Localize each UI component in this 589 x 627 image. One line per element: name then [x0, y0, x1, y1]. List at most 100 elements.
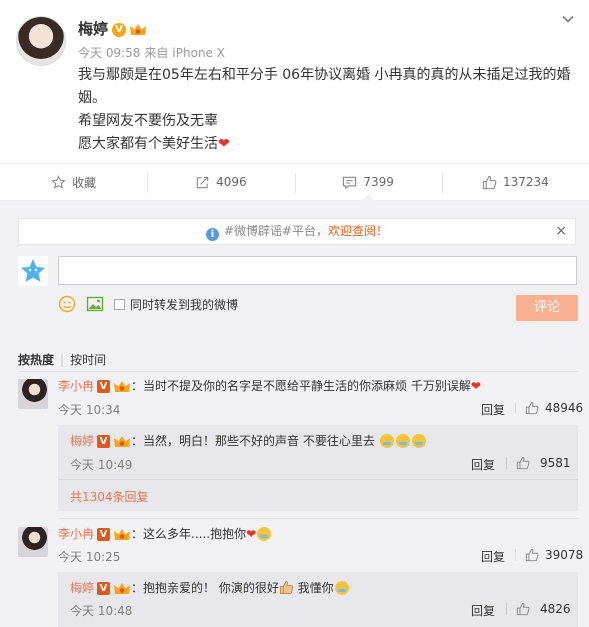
sub-like-button[interactable]: 4826 [506, 602, 571, 616]
sub-like-button[interactable]: 9581 [506, 456, 571, 470]
sub-reply-body: ：当然，明白！那些不好的声音 不要往心里去 [131, 434, 375, 448]
hug-emoji-icon [395, 434, 410, 448]
comment-divider [58, 518, 578, 519]
sub-reply-body-b: 我懂你 [293, 581, 334, 595]
sub-like-count: 9581 [540, 456, 571, 470]
comment-panel: i #微博辟谣#平台，欢迎查阅！ × 同时转发到我的微博 评论 按热度 | 按时间 李… [0, 201, 589, 627]
author-name[interactable]: 梅婷 [78, 20, 108, 38]
more-replies-link[interactable]: 共1304条回复 [70, 488, 149, 505]
like-count: 137234 [502, 175, 549, 189]
thumbs-up-icon [516, 602, 530, 616]
composer-tools: 同时转发到我的微博 [58, 295, 238, 313]
reply-button[interactable]: 回复 [471, 602, 495, 619]
hug-emoji-icon [257, 527, 272, 541]
author-avatar[interactable] [16, 16, 66, 66]
hug-emoji-icon [334, 581, 349, 595]
post-line: 我与鄢颇是在05年左右和平分手 06年协议离婚 小冉真的真的从未插足过我的婚 [78, 67, 571, 83]
heart-icon: ❤ [246, 527, 257, 541]
favorite-button[interactable]: 收藏 [0, 164, 147, 200]
repost-checkbox[interactable] [114, 298, 125, 310]
comment-count: 7399 [363, 175, 394, 189]
comment-text: 李小冉 V ：这么多年.....抱抱你❤ [58, 525, 272, 542]
tab-sort-hot[interactable]: 按热度 [18, 353, 54, 367]
notice-link[interactable]: 欢迎查阅！ [328, 224, 388, 238]
divider [515, 549, 516, 561]
repost-count: 4096 [216, 175, 247, 189]
thumbs-up-icon [516, 456, 530, 470]
commenter-avatar[interactable] [18, 527, 48, 557]
verified-v-icon: V [97, 582, 111, 595]
commenter-name[interactable]: 李小冉 [58, 379, 94, 393]
reply-button[interactable]: 回复 [471, 456, 495, 473]
sort-tabs: 按热度 | 按时间 [18, 351, 106, 368]
comment-button[interactable]: 7399 [294, 164, 442, 200]
weibo-post: 梅婷 V 今天 09:58 来自 iPhone X 我与鄢颇是在05年左右和平分手 0… [0, 0, 589, 160]
divider [515, 402, 516, 414]
tab-sort-time[interactable]: 按时间 [70, 353, 106, 367]
verified-v-icon: V [97, 528, 111, 541]
comment-like-count: 48946 [545, 401, 584, 415]
hug-emoji-icon [379, 434, 394, 448]
sub-reply-time: 今天 10:48 [70, 604, 133, 618]
post-action-bar: 收藏 4096 7399 137234 [0, 163, 589, 201]
post-author-line: 梅婷 V [78, 18, 147, 39]
member-crown-icon [114, 435, 131, 447]
thumbs-up-emoji-icon [279, 581, 294, 594]
star-outline-icon [51, 174, 66, 189]
submit-comment-button[interactable]: 评论 [516, 295, 578, 321]
reply-button[interactable]: 回复 [481, 548, 505, 565]
comment-like-button[interactable]: 39078 [515, 548, 584, 562]
source-prefix: 来自 [144, 46, 169, 60]
sub-reply-text: 梅婷 V ：抱抱亲爱的！ 你演的很好 我懂你 [70, 579, 350, 596]
rumor-notice: i #微博辟谣#平台，欢迎查阅！ × [18, 218, 576, 245]
heart-icon: ❤ [470, 379, 481, 393]
comment-time: 今天 10:25 [58, 550, 121, 564]
post-line: 姻。 [78, 90, 106, 106]
star-avatar-icon [18, 256, 48, 286]
heart-icon: ❤ [218, 136, 230, 152]
post-source: iPhone X [172, 46, 225, 60]
commenter-name[interactable]: 李小冉 [58, 527, 94, 541]
thumbs-up-icon [525, 401, 539, 415]
comment-like-count: 39078 [545, 548, 584, 562]
verified-v-icon: V [112, 22, 127, 37]
sub-replier-name[interactable]: 梅婷 [70, 434, 94, 448]
post-time[interactable]: 今天 09:58 [78, 46, 140, 60]
repost-button[interactable]: 4096 [147, 164, 294, 200]
sub-reply-box: 梅婷 V ：抱抱亲爱的！ 你演的很好 我懂你 今天 10:48 回复 4826 [58, 572, 578, 627]
sub-divider [58, 479, 578, 480]
repost-icon [196, 176, 209, 188]
member-crown-icon [130, 23, 147, 35]
like-button[interactable]: 137234 [441, 164, 589, 200]
post-line-last: 愿大家都有个美好生活❤ [78, 133, 578, 156]
sub-reply-text: 梅婷 V ：当然，明白！那些不好的声音 不要往心里去 [70, 432, 427, 449]
close-icon[interactable]: × [555, 219, 567, 244]
comment-text: 李小冉 V ：当时不提及你的名字是不愿给平静生活的你添麻烦 千万别误解❤ [58, 377, 481, 394]
sort-divider-line [18, 371, 578, 372]
thumbs-up-icon [525, 548, 539, 562]
thumbs-up-icon [482, 175, 497, 189]
post-line-text: 愿大家都有个美好生活 [78, 136, 218, 152]
sub-reply-box: 梅婷 V ：当然，明白！那些不好的声音 不要往心里去 今天 10:49 回复 958… [58, 425, 578, 511]
chevron-down-icon[interactable] [561, 12, 575, 26]
member-crown-icon [114, 380, 131, 392]
post-body: 我与鄢颇是在05年左右和平分手 06年协议离婚 小冉真的真的从未插足过我的婚 姻… [78, 64, 578, 156]
sub-like-count: 4826 [540, 602, 571, 616]
reply-button[interactable]: 回复 [481, 401, 505, 418]
notice-text[interactable]: #微博辟谣#平台， [224, 224, 328, 238]
emoji-icon[interactable] [58, 295, 76, 313]
commenter-avatar[interactable] [18, 379, 48, 409]
comment-like-button[interactable]: 48946 [515, 401, 584, 415]
repost-checkbox-label: 同时转发到我的微博 [130, 297, 239, 312]
post-line: 希望网友不要伤及无辜 [78, 113, 218, 129]
comment-body: ：这么多年.....抱抱你 [131, 527, 247, 541]
verified-v-icon: V [97, 435, 111, 448]
image-icon[interactable] [86, 295, 104, 313]
member-crown-icon [114, 528, 131, 540]
member-crown-icon [114, 582, 131, 594]
comment-input[interactable] [58, 256, 577, 285]
info-icon: i [205, 228, 219, 241]
sub-replier-name[interactable]: 梅婷 [70, 581, 94, 595]
sub-reply-body-a: ：抱抱亲爱的！ 你演的很好 [131, 581, 279, 595]
comment-body: ：当时不提及你的名字是不愿给平静生活的你添麻烦 千万别误解 [131, 379, 471, 393]
